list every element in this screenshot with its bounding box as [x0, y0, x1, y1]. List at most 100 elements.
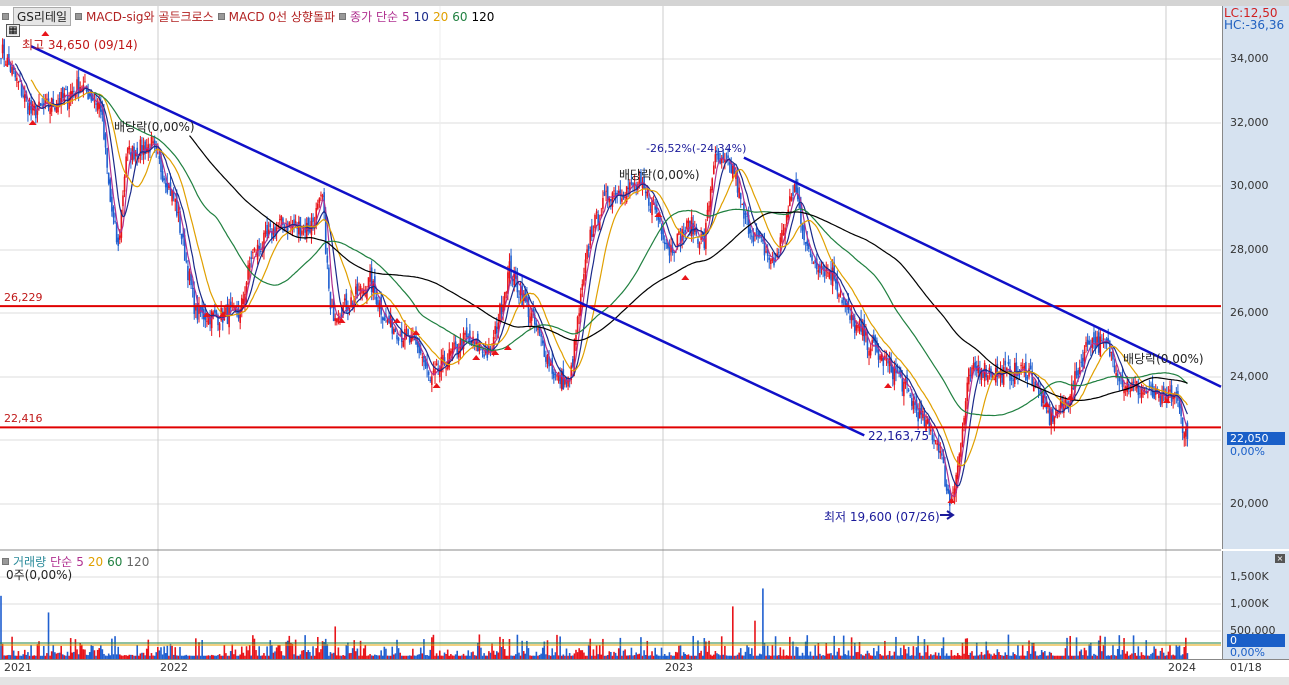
candle — [1126, 381, 1129, 392]
candle — [804, 242, 807, 244]
volume-bar — [792, 641, 794, 659]
legend-ma20: 20 — [432, 9, 449, 24]
candle — [879, 355, 881, 360]
candle — [1012, 379, 1014, 382]
candle — [578, 313, 580, 317]
candle — [963, 418, 965, 426]
candle — [1083, 351, 1086, 362]
candle — [126, 148, 129, 154]
candle — [966, 382, 969, 402]
legend-macd-sig[interactable]: MACD-sig와 골든크로스 — [86, 8, 214, 25]
candle — [122, 195, 124, 207]
volume-bar — [234, 649, 237, 659]
candle — [93, 101, 96, 103]
volume-bar — [66, 651, 69, 659]
volume-bar — [877, 645, 880, 659]
volume-bar — [179, 646, 181, 659]
volume-bar — [708, 640, 710, 659]
candle — [107, 172, 110, 184]
volume-bar — [1034, 651, 1037, 659]
volume-bar — [27, 652, 29, 659]
candle — [893, 367, 896, 385]
candle — [961, 429, 964, 444]
candle — [888, 358, 891, 367]
candle — [947, 488, 950, 494]
volume-bar — [456, 650, 458, 659]
volume-bar — [855, 652, 858, 659]
volume-bar — [724, 646, 726, 659]
candle — [511, 279, 514, 282]
candle — [0, 58, 2, 60]
volume-bar — [1126, 651, 1129, 659]
volume-bar — [1102, 644, 1105, 659]
candle — [1142, 392, 1144, 395]
volume-bar — [318, 652, 321, 659]
price-chart[interactable] — [0, 0, 1289, 685]
candle — [214, 309, 216, 313]
legend-macd-zero[interactable]: MACD 0선 상향돌파 — [229, 8, 335, 25]
hline-label: 26,229 — [4, 291, 43, 304]
volume-bar — [1167, 651, 1170, 659]
candle — [96, 102, 99, 111]
volume-value: 0주(0,00%) — [6, 568, 73, 582]
volume-bar — [114, 636, 116, 659]
candle — [41, 104, 43, 106]
volume-bar — [326, 644, 329, 659]
candle — [960, 443, 962, 457]
candle — [595, 211, 598, 214]
volume-bar — [589, 638, 592, 659]
volume-bar — [996, 649, 999, 659]
volume-bar — [950, 650, 953, 659]
candle — [3, 39, 5, 60]
volume-bar — [278, 644, 281, 659]
volume-bar — [942, 637, 945, 659]
candle — [751, 235, 753, 237]
volume-bar — [288, 635, 291, 659]
candle — [450, 350, 452, 356]
volume-bar — [674, 651, 677, 659]
symbol-button[interactable]: GS리테일 — [13, 7, 72, 26]
volume-bar — [980, 651, 983, 659]
volume-bar — [356, 648, 359, 659]
volume-bar — [80, 644, 83, 659]
candle — [28, 105, 31, 111]
volume-bar — [732, 606, 734, 659]
volume-bar — [907, 646, 910, 659]
volume-bar — [90, 645, 93, 659]
candle — [687, 220, 690, 223]
volume-bar — [923, 639, 926, 659]
volume-bar — [966, 638, 969, 659]
volume-bar — [706, 651, 709, 659]
price-tick: 30,000 — [1230, 179, 1269, 192]
candle — [328, 267, 330, 289]
candle — [334, 318, 337, 321]
volume-bar — [646, 640, 649, 659]
price-axis — [1222, 6, 1289, 549]
hline-label: 22,416 — [4, 412, 43, 425]
volume-bar — [12, 650, 15, 659]
candle — [1047, 410, 1049, 413]
candle — [903, 381, 905, 397]
candle — [744, 212, 747, 215]
candle — [465, 327, 468, 338]
table-grid-icon[interactable]: ▦ — [6, 24, 20, 37]
volume-bar — [526, 640, 528, 659]
chart-legend: GS리테일 MACD-sig와 골든크로스 MACD 0선 상향돌파 종가 단순… — [2, 7, 494, 26]
volume-bar — [1078, 651, 1081, 659]
volume-bar — [1159, 650, 1162, 659]
volume-bar — [351, 648, 354, 659]
volume-bar — [248, 644, 251, 659]
volume-bar — [744, 651, 747, 659]
volume-bar — [82, 649, 85, 659]
close-panel-icon[interactable]: × — [1275, 554, 1285, 563]
volume-bar — [654, 647, 656, 659]
current-pct: 0,00% — [1230, 445, 1265, 458]
candle — [831, 267, 834, 287]
legend-close-ma[interactable]: 종가 단순 — [350, 8, 398, 25]
candle — [770, 259, 772, 265]
volume-bar — [1123, 638, 1125, 659]
candle — [23, 94, 26, 102]
candle — [494, 326, 497, 335]
volume-bar — [96, 649, 99, 659]
volume-bar — [925, 652, 927, 659]
